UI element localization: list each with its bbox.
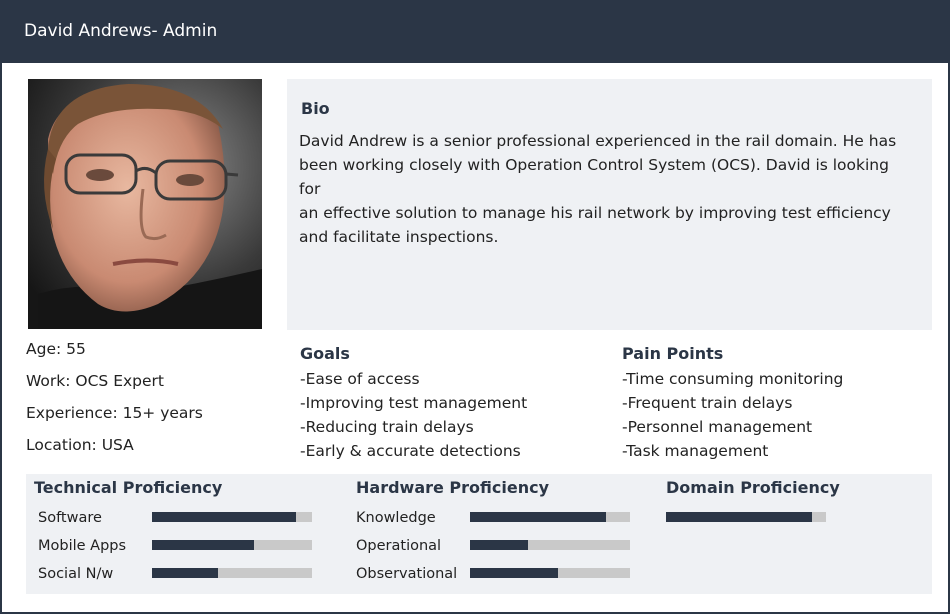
proficiency-bar	[470, 568, 630, 578]
goal-item: -Improving test management	[300, 394, 528, 412]
proficiency-bar-fill	[152, 540, 255, 550]
proficiency-bar	[666, 512, 826, 522]
proficiency-bar-fill	[470, 512, 606, 522]
persona-card: David Andrews- Admin Bio David Andrew is…	[0, 0, 950, 614]
proficiency-label: Knowledge	[356, 510, 436, 526]
proficiency-bar	[152, 540, 312, 550]
proficiency-label: Mobile Apps	[38, 538, 127, 554]
pain-point-item: -Frequent train delays	[622, 394, 793, 412]
proficiency-label: Operational	[356, 538, 442, 554]
proficiency-bar-fill	[666, 512, 812, 522]
work-text: Work: OCS Expert	[26, 372, 164, 390]
bio-line: and facilitate inspections.	[299, 228, 499, 246]
proficiency-bar-fill	[470, 568, 558, 578]
portrait-illustration	[28, 79, 262, 329]
proficiency-bar-fill	[152, 568, 218, 578]
domain-proficiency-heading: Domain Proficiency	[666, 478, 840, 497]
persona-photo	[28, 79, 262, 329]
bio-panel: Bio David Andrew is a senior professiona…	[287, 79, 932, 330]
proficiency-bar	[152, 568, 312, 578]
bio-heading: Bio	[301, 99, 330, 118]
bio-line: been working closely with Operation Cont…	[299, 156, 889, 198]
pain-point-item: -Task management	[622, 442, 769, 460]
proficiency-label: Software	[38, 510, 102, 526]
proficiency-label: Social N/w	[38, 566, 114, 582]
goals-heading: Goals	[300, 344, 350, 363]
pain-points-heading: Pain Points	[622, 344, 724, 363]
location-text: Location: USA	[26, 436, 134, 454]
proficiency-panel: Technical Proficiency Software Mobile Ap…	[26, 474, 932, 594]
bio-line: David Andrew is a senior professional ex…	[299, 132, 897, 150]
proficiency-bar	[152, 512, 312, 522]
persona-title: David Andrews- Admin	[24, 21, 218, 41]
bio-line: an effective solution to manage his rail…	[299, 204, 891, 222]
header-bar: David Andrews- Admin	[2, 2, 948, 63]
pain-point-item: -Time consuming monitoring	[622, 370, 844, 388]
proficiency-bar	[470, 512, 630, 522]
proficiency-bar-fill	[152, 512, 296, 522]
goal-item: -Ease of access	[300, 370, 420, 388]
goal-item: -Reducing train delays	[300, 418, 474, 436]
goal-item: -Early & accurate detections	[300, 442, 521, 460]
bio-text: David Andrew is a senior professional ex…	[299, 129, 909, 249]
hardware-proficiency-heading: Hardware Proficiency	[356, 478, 550, 497]
pain-point-item: -Personnel management	[622, 418, 813, 436]
proficiency-bar	[470, 540, 630, 550]
experience-text: Experience: 15+ years	[26, 404, 203, 422]
proficiency-label: Observational	[356, 566, 458, 582]
technical-proficiency-heading: Technical Proficiency	[34, 478, 223, 497]
proficiency-bar-fill	[470, 540, 528, 550]
age-text: Age: 55	[26, 340, 86, 358]
